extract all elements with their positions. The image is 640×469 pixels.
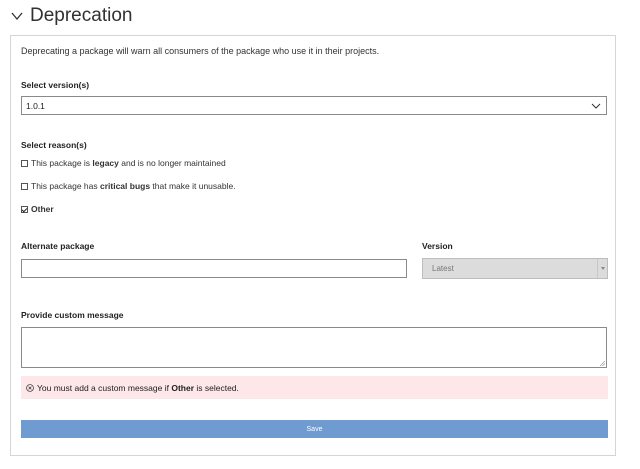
reason-legacy-option[interactable]: This package is legacy and is no longer …	[21, 158, 226, 168]
deprecation-panel: Deprecating a package will warn all cons…	[10, 35, 616, 456]
reason-other-option[interactable]: Other	[21, 204, 54, 214]
reason-legacy-checkbox[interactable]	[21, 159, 28, 167]
custom-message-textarea[interactable]	[21, 327, 607, 368]
reason-other-label: Other	[31, 204, 54, 214]
deprecation-section-toggle[interactable]: Deprecation	[10, 4, 132, 28]
alt-version-select: Latest	[422, 258, 608, 279]
alt-version-value: Latest	[432, 264, 454, 273]
intro-text: Deprecating a package will warn all cons…	[21, 46, 380, 56]
chevron-down-icon	[591, 103, 601, 109]
alternate-package-label: Alternate package	[21, 241, 95, 251]
save-button[interactable]: Save	[21, 420, 608, 438]
error-message: You must add a custom message if Other i…	[21, 376, 608, 399]
reason-legacy-label: This package is legacy and is no longer …	[31, 158, 226, 168]
reason-other-checkbox[interactable]	[21, 205, 28, 213]
reason-critical-option[interactable]: This package has critical bugs that make…	[21, 181, 236, 191]
alternate-package-input[interactable]	[21, 259, 407, 278]
resize-handle-icon[interactable]	[600, 361, 605, 366]
reason-critical-checkbox[interactable]	[21, 182, 28, 190]
select-reasons-label: Select reason(s)	[21, 140, 87, 150]
error-circle-icon	[26, 383, 34, 392]
version-select-value: 1.0.1	[26, 100, 45, 111]
alt-version-label: Version	[422, 241, 453, 251]
section-title: Deprecation	[30, 5, 133, 26]
reason-critical-label: This package has critical bugs that make…	[31, 181, 236, 191]
error-text: You must add a custom message if Other i…	[37, 382, 239, 393]
chevron-down-icon	[597, 259, 607, 278]
version-select[interactable]: 1.0.1	[21, 96, 607, 115]
select-versions-label: Select version(s)	[21, 80, 90, 90]
custom-message-label: Provide custom message	[21, 310, 124, 320]
chevron-down-icon	[11, 12, 23, 21]
